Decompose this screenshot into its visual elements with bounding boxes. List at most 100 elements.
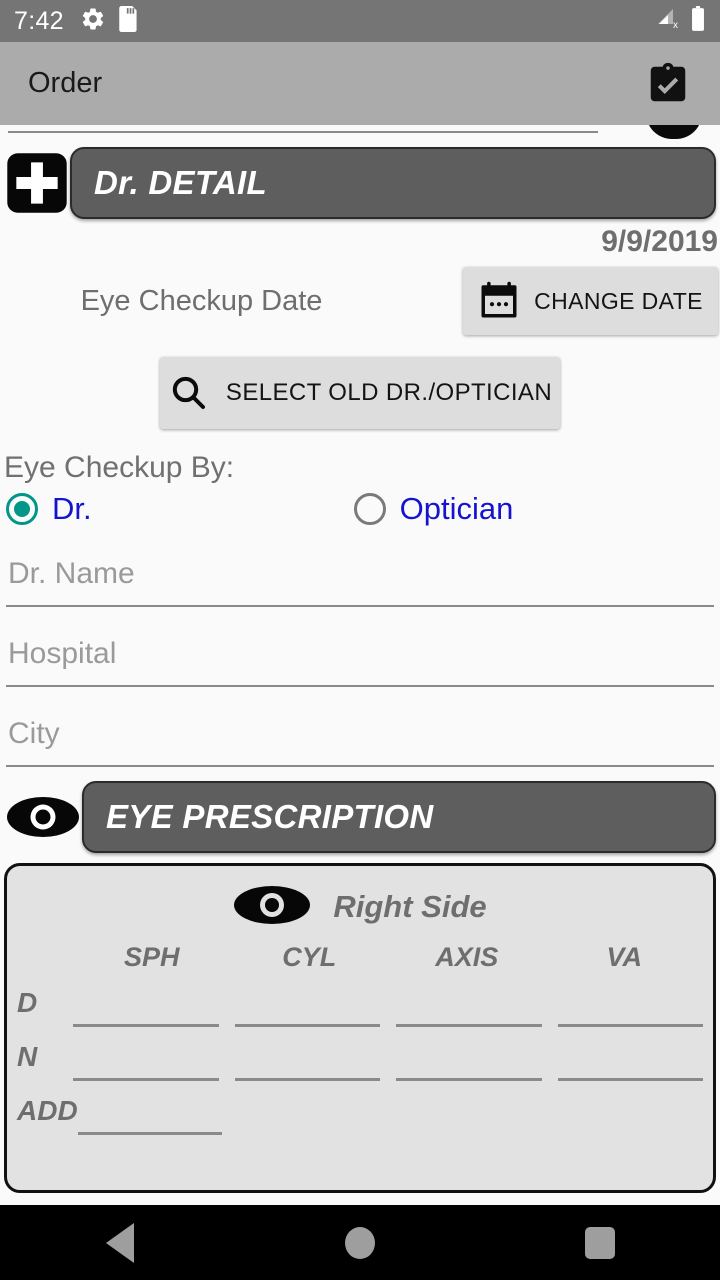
dr-name-input[interactable] (6, 553, 714, 605)
underline-d-cyl (234, 1024, 380, 1027)
column-header-sph: SPH (123, 942, 180, 972)
search-icon (168, 372, 208, 415)
radio-dr-label: Dr. (52, 491, 92, 526)
recent-square-icon (585, 1226, 615, 1259)
doctor-detail-banner-title: Dr. DETAIL (94, 164, 267, 201)
dr-name-field[interactable] (6, 553, 714, 607)
change-date-button-label: CHANGE DATE (534, 287, 703, 314)
nav-back-button[interactable] (60, 1205, 180, 1280)
eye-prescription-banner-title: EYE PRESCRIPTION (106, 798, 434, 835)
hospital-field[interactable] (6, 633, 714, 687)
calendar-icon (478, 279, 520, 324)
radio-option-dr[interactable]: Dr. (6, 491, 92, 527)
input-d-cyl[interactable] (234, 985, 380, 1024)
app-bar: Order (0, 42, 720, 125)
input-d-axis[interactable] (396, 985, 542, 1024)
eye-checkup-by-radio-group: Dr. Optician (0, 485, 720, 527)
status-bar-right-icons: x (655, 5, 706, 37)
input-n-va[interactable] (557, 1039, 703, 1078)
eye-prescription-banner: EYE PRESCRIPTION (82, 781, 716, 853)
scrolled-off-icon (646, 125, 702, 139)
prescription-side-title: Right Side (333, 889, 487, 924)
sd-card-icon (118, 5, 140, 37)
eye-icon (4, 784, 82, 850)
svg-text:x: x (673, 20, 678, 31)
city-field[interactable] (6, 713, 714, 767)
cell-d-axis[interactable] (396, 985, 542, 1027)
underline-add-sph (77, 1132, 222, 1135)
input-d-va[interactable] (557, 985, 703, 1024)
signal-no-service-icon: x (655, 7, 681, 36)
row-label-n: N (17, 1041, 38, 1072)
eye-checkup-date-value: 9/9/2019 (601, 225, 718, 258)
status-bar-clock: 7:42 (14, 6, 64, 35)
doctor-detail-banner: Dr. DETAIL (70, 147, 716, 219)
doctor-detail-header: Dr. DETAIL (0, 147, 720, 219)
radio-option-optician[interactable]: Optician (353, 491, 514, 527)
cell-n-sph[interactable] (73, 1039, 219, 1081)
cell-n-va[interactable] (557, 1039, 703, 1081)
underline-n-axis (396, 1078, 542, 1081)
input-n-sph[interactable] (73, 1039, 219, 1078)
page-title: Order (28, 67, 103, 99)
cell-d-va[interactable] (557, 985, 703, 1027)
scrolled-off-field (0, 125, 720, 141)
gear-icon (80, 6, 106, 37)
city-input[interactable] (6, 713, 714, 765)
input-d-sph[interactable] (73, 985, 219, 1024)
scroll-content[interactable]: Dr. DETAIL 9/9/2019 Eye Checkup Date CHA… (0, 125, 720, 1205)
nav-home-button[interactable] (300, 1205, 420, 1280)
underline-n-va (557, 1078, 703, 1081)
dr-name-underline (6, 605, 714, 607)
hospital-underline (6, 685, 714, 687)
radio-dr-indicator[interactable] (6, 493, 38, 525)
select-old-doctor-optician-label: SELECT OLD DR./OPTICIAN (225, 379, 553, 406)
select-old-row: SELECT OLD DR./OPTICIAN (0, 357, 720, 429)
column-header-va: VA (606, 942, 642, 972)
cell-d-cyl[interactable] (234, 985, 380, 1027)
cell-add-sph[interactable] (77, 1093, 222, 1135)
cell-n-cyl[interactable] (234, 1039, 380, 1081)
eye-checkup-date-label: Eye Checkup Date (80, 284, 323, 317)
prescription-side-header: Right Side (17, 876, 703, 938)
prescription-row-n: N (17, 1039, 703, 1081)
radio-optician-indicator[interactable] (353, 493, 386, 525)
eye-prescription-header: EYE PRESCRIPTION (0, 781, 720, 853)
status-bar-left-icons (80, 5, 140, 37)
underline-d-va (557, 1024, 703, 1027)
input-n-axis[interactable] (396, 1039, 542, 1078)
underline-n-cyl (234, 1078, 380, 1081)
prescription-card-right: Right Side SPH CYL AXIS VA D N ADD (4, 863, 716, 1193)
eye-checkup-date-row: Eye Checkup Date CHANGE DATE (0, 261, 720, 335)
battery-full-icon (690, 5, 706, 37)
row-label-d: D (17, 987, 38, 1018)
hospital-input[interactable] (6, 633, 714, 685)
radio-optician-label: Optician (399, 491, 514, 526)
prescription-row-d: D (17, 985, 703, 1027)
underline-n-sph (73, 1078, 219, 1081)
prescription-column-headers: SPH CYL AXIS VA (17, 942, 703, 973)
change-date-button[interactable]: CHANGE DATE (463, 267, 718, 335)
row-label-add: ADD (17, 1095, 78, 1126)
clipboard-check-icon[interactable] (644, 60, 692, 108)
eye-icon (233, 882, 311, 933)
medical-cross-icon (4, 150, 70, 216)
underline-d-sph (73, 1024, 219, 1027)
home-circle-icon (345, 1226, 375, 1259)
select-old-doctor-optician-button[interactable]: SELECT OLD DR./OPTICIAN (160, 357, 560, 429)
cell-d-sph[interactable] (73, 985, 219, 1027)
column-header-cyl: CYL (282, 942, 337, 972)
cell-n-axis[interactable] (396, 1039, 542, 1081)
input-n-cyl[interactable] (234, 1039, 380, 1078)
back-triangle-icon (106, 1222, 134, 1263)
prescription-row-add: ADD (17, 1093, 703, 1135)
status-bar: 7:42 x (0, 0, 720, 42)
input-add-sph[interactable] (77, 1093, 222, 1132)
city-underline (6, 765, 714, 767)
nav-recents-button[interactable] (540, 1205, 660, 1280)
underline-d-axis (396, 1024, 542, 1027)
android-navigation-bar (0, 1205, 720, 1280)
column-header-axis: AXIS (435, 942, 499, 972)
eye-checkup-by-label: Eye Checkup By: (4, 451, 235, 484)
scrolled-off-underline (8, 131, 598, 133)
